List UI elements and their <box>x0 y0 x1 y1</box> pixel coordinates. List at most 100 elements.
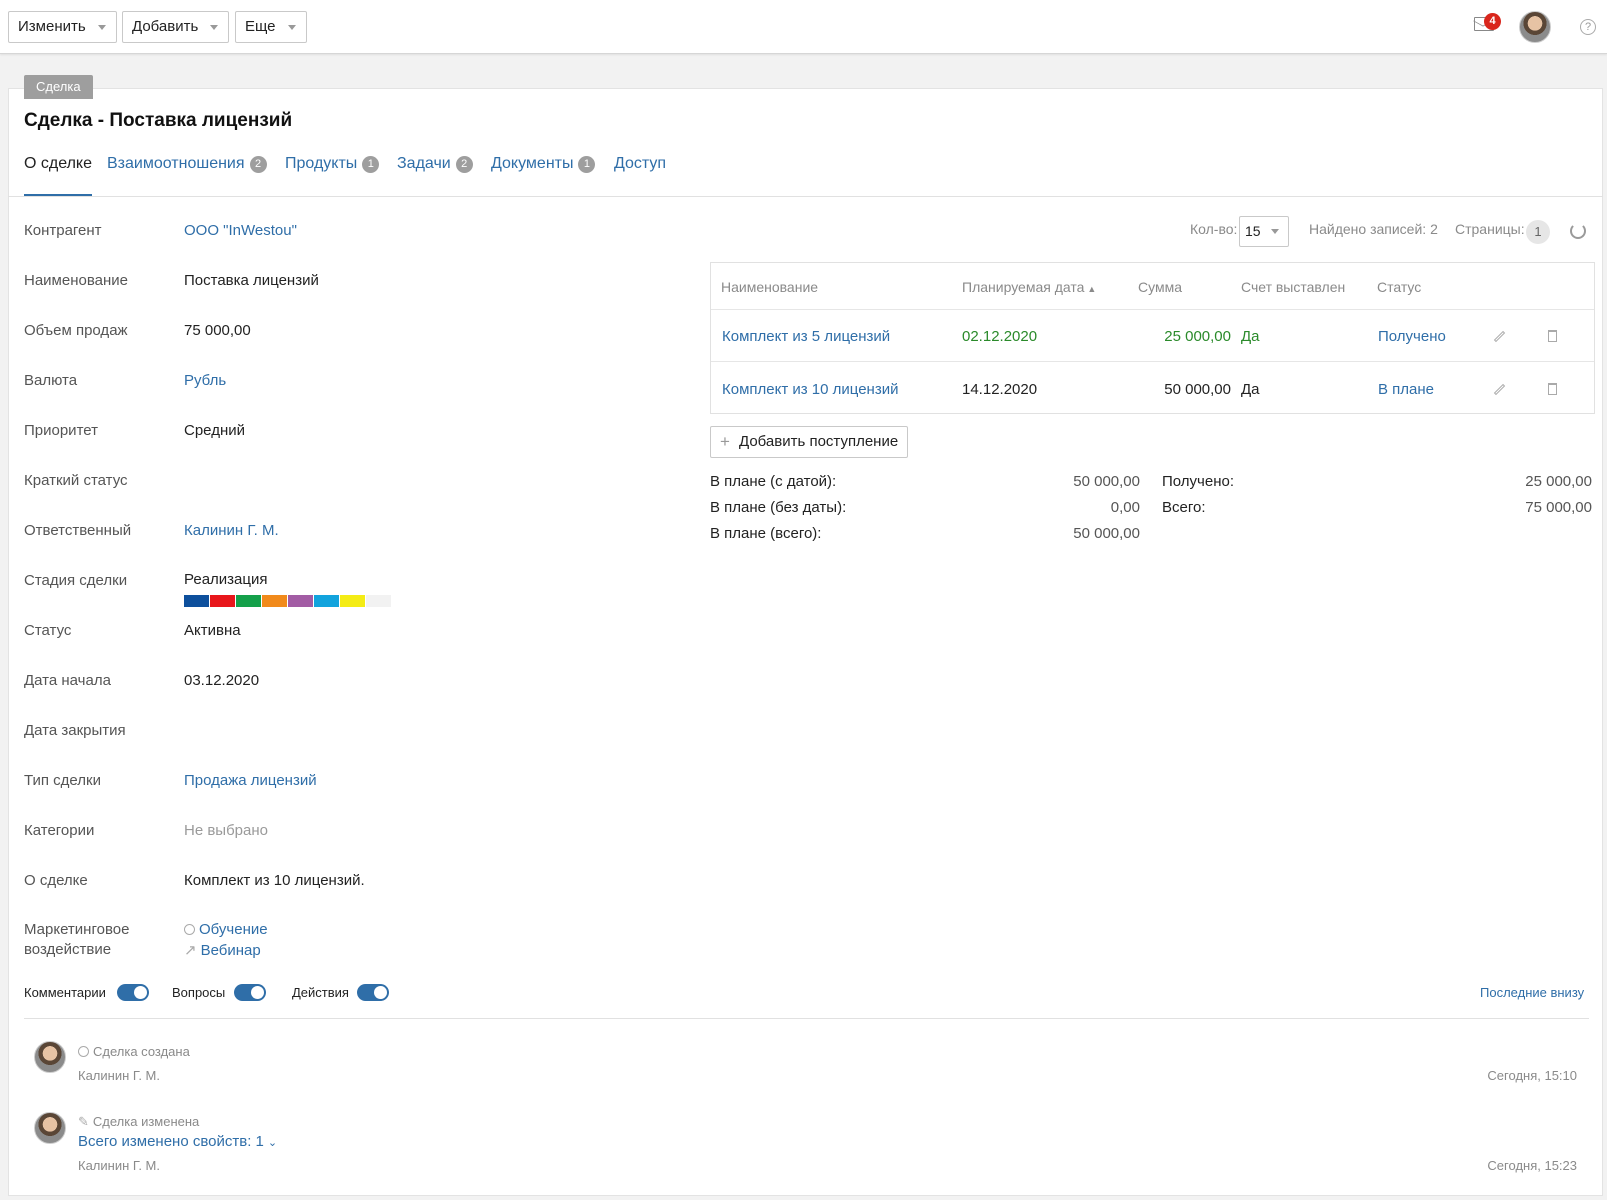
stage-segment[interactable] <box>288 595 313 607</box>
column-header[interactable]: Статус <box>1377 279 1421 295</box>
plus-icon: + <box>720 432 730 451</box>
payment-name-link[interactable]: Комплект из 5 лицензий <box>722 328 890 345</box>
payment-date: 14.12.2020 <box>962 381 1038 398</box>
marketing-item[interactable]: ↗ Вебинар <box>184 941 261 959</box>
plus-circle-icon <box>78 1046 89 1057</box>
chevron-down-icon: ⌄ <box>267 1137 278 1149</box>
questions-toggle-label: Вопросы <box>172 985 226 1000</box>
feed-author[interactable]: Калинин Г. М. <box>78 1158 160 1173</box>
payment-invoiced: Да <box>1241 381 1260 398</box>
refresh-icon[interactable] <box>1570 223 1586 239</box>
pages-label: Страницы: <box>1455 221 1525 237</box>
add-menu-button[interactable]: Добавить <box>122 11 230 43</box>
tab-label: Задачи <box>397 155 451 172</box>
found-records: Найдено записей: 2 <box>1309 221 1438 237</box>
plan-dated-value: 50 000,00 <box>1073 473 1140 490</box>
help-icon[interactable]: ? <box>1580 19 1596 35</box>
add-payment-button[interactable]: + Добавить поступление <box>710 426 909 458</box>
comments-toggle[interactable] <box>117 984 149 1001</box>
tab-label: Доступ <box>614 155 667 172</box>
tab-products[interactable]: Продукты 1 <box>285 155 380 197</box>
feed-author[interactable]: Калинин Г. М. <box>78 1068 160 1083</box>
received-value: 25 000,00 <box>1525 473 1592 490</box>
add-payment-label: Добавить поступление <box>739 433 899 450</box>
stage-segment[interactable] <box>262 595 287 607</box>
plan-total-label: В плане (всего): <box>710 525 822 542</box>
plan-undated-value: 0,00 <box>1110 499 1140 516</box>
feed-event-text: Сделка создана <box>93 1044 190 1059</box>
payment-date: 02.12.2020 <box>962 328 1038 345</box>
responsible-link[interactable]: Калинин Г. М. <box>184 522 279 539</box>
row-divider <box>711 361 1594 362</box>
target-icon <box>184 924 195 935</box>
total-label: Всего: <box>1162 499 1206 516</box>
questions-toggle[interactable] <box>234 984 266 1001</box>
qty-select[interactable]: 15 <box>1239 216 1289 247</box>
sort-order-link[interactable]: Последние внизу <box>1480 985 1584 1000</box>
feed-event-text: Сделка изменена <box>92 1114 200 1129</box>
payment-name-link[interactable]: Комплект из 10 лицензий <box>722 381 898 398</box>
actions-toggle[interactable] <box>357 984 389 1001</box>
volume-value: 75 000,00 <box>184 322 251 339</box>
tab-count-badge: 1 <box>578 156 596 173</box>
chevron-down-icon <box>287 25 296 30</box>
stage-segment[interactable] <box>314 595 339 607</box>
stage-segment[interactable] <box>366 595 391 607</box>
start-date-value: 03.12.2020 <box>184 672 260 689</box>
column-header[interactable]: Сумма <box>1138 279 1182 295</box>
chevron-down-icon <box>210 25 219 30</box>
stage-segment[interactable] <box>184 595 209 607</box>
stage-segment[interactable] <box>236 595 261 607</box>
currency-link[interactable]: Рубль <box>184 372 226 389</box>
avatar[interactable] <box>34 1041 66 1073</box>
column-header[interactable]: Наименование <box>721 279 818 295</box>
deal-type-link[interactable]: Продажа лицензий <box>184 772 317 789</box>
mail-count-badge: 4 <box>1484 13 1501 30</box>
user-avatar[interactable] <box>1519 11 1551 43</box>
avatar[interactable] <box>34 1112 66 1144</box>
changes-text: Всего изменено свойств: 1 <box>78 1133 264 1150</box>
page-number[interactable]: 1 <box>1526 220 1550 244</box>
deal-card <box>8 88 1603 1196</box>
page-title: Сделка - Поставка лицензий <box>24 110 293 131</box>
column-header[interactable]: Счет выставлен <box>1241 279 1345 295</box>
chevron-down-icon <box>1271 229 1279 234</box>
column-header-label: Планируемая дата <box>962 279 1085 295</box>
feed-event-title: ✎ Сделка изменена <box>78 1114 199 1130</box>
edit-icon[interactable] <box>1493 383 1506 396</box>
payment-status-link[interactable]: В плане <box>1378 381 1434 398</box>
stage-segment[interactable] <box>210 595 235 607</box>
stage-label: Стадия сделки <box>24 572 128 589</box>
payment-status-link[interactable]: Получено <box>1378 328 1446 345</box>
more-menu-button[interactable]: Еще <box>235 11 307 43</box>
currency-label: Валюта <box>24 372 78 389</box>
payment-invoiced: Да <box>1241 328 1260 345</box>
stage-progress-bar[interactable] <box>184 595 392 607</box>
edit-icon[interactable] <box>1493 330 1506 343</box>
feed-time: Сегодня, 15:23 <box>1487 1158 1577 1173</box>
tab-documents[interactable]: Документы 1 <box>491 155 596 197</box>
column-header[interactable]: Планируемая дата ▲ <box>962 279 1096 295</box>
priority-label: Приоритет <box>24 422 98 439</box>
tab-tasks[interactable]: Задачи 2 <box>397 155 473 197</box>
delete-icon[interactable] <box>1548 383 1557 395</box>
changes-expand-link[interactable]: Всего изменено свойств: 1 ⌄ <box>78 1133 277 1150</box>
edit-menu-button[interactable]: Изменить <box>8 11 117 43</box>
delete-icon[interactable] <box>1548 330 1557 342</box>
stage-segment[interactable] <box>340 595 365 607</box>
counterparty-link[interactable]: ООО "InWestou" <box>184 222 297 239</box>
tab-count-badge: 1 <box>362 156 380 173</box>
plan-dated-label: В плане (с датой): <box>710 473 837 490</box>
marketing-item[interactable]: Обучение <box>184 921 268 938</box>
tab-access[interactable]: Доступ <box>614 155 666 197</box>
arrow-icon: ↗ <box>184 942 197 959</box>
entity-type-tag: Сделка <box>24 75 93 99</box>
tab-about[interactable]: О сделке <box>24 155 93 197</box>
tab-label: Документы <box>491 155 574 172</box>
about-value: Комплект из 10 лицензий. <box>184 872 365 889</box>
name-value: Поставка лицензий <box>184 272 319 289</box>
tab-relations[interactable]: Взаимоотношения 2 <box>107 155 267 197</box>
plan-undated-label: В плане (без даты): <box>710 499 847 516</box>
status-label: Статус <box>24 622 72 639</box>
feed-time: Сегодня, 15:10 <box>1487 1068 1577 1083</box>
